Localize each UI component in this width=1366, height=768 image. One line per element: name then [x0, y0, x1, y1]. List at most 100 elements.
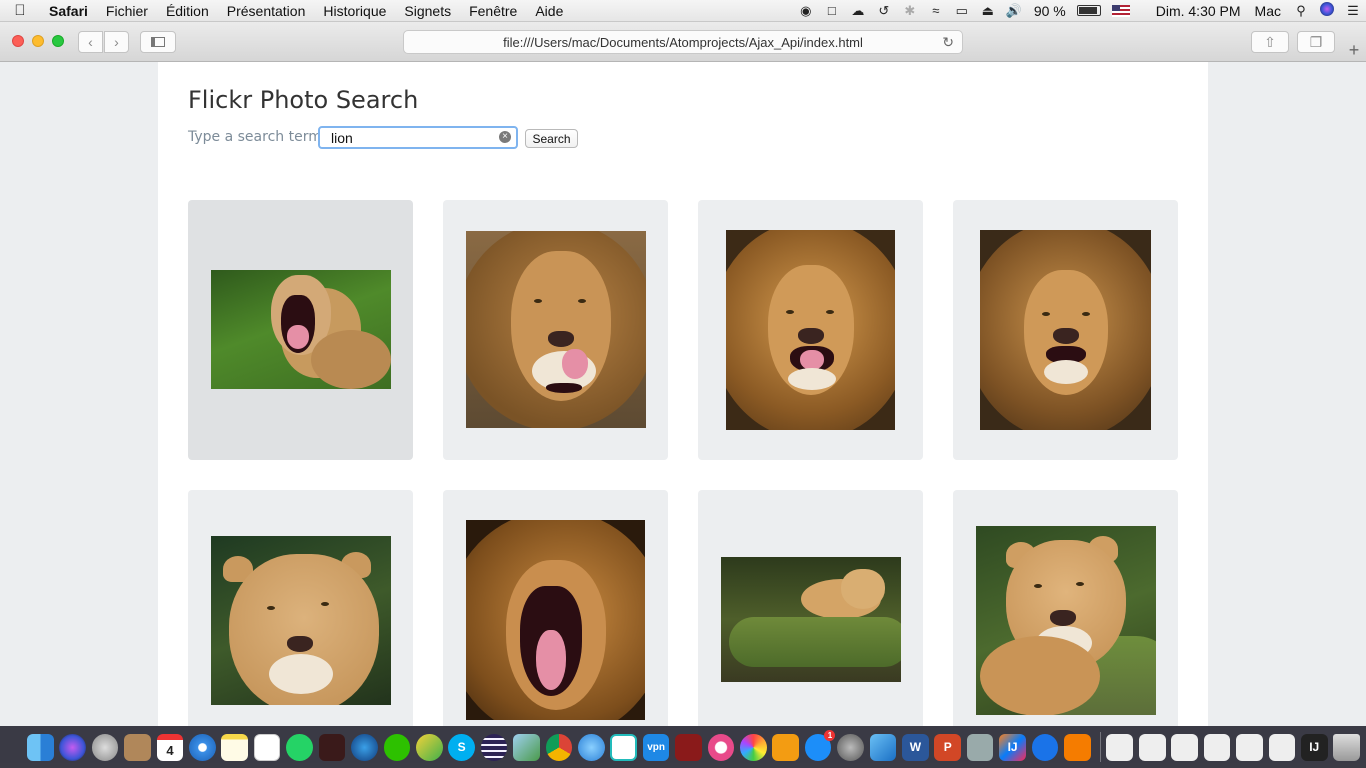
menu-bar:  Safari Fichier Édition Présentation Hi…	[0, 0, 1366, 22]
messages-icon[interactable]: □	[819, 3, 845, 18]
photo-card[interactable]	[698, 490, 923, 726]
launchpad-icon[interactable]	[91, 733, 119, 761]
show-tabs-button[interactable]: ❐	[1297, 31, 1335, 53]
skype-icon[interactable]: S	[448, 733, 475, 761]
music-icon[interactable]	[707, 733, 735, 761]
cloud-icon[interactable]: ☁	[845, 3, 871, 19]
new-tab-button[interactable]: +	[1342, 40, 1366, 62]
messages-icon[interactable]	[577, 733, 605, 761]
word-icon[interactable]: W	[902, 733, 929, 761]
photo-thumbnail[interactable]	[721, 557, 901, 682]
photo-thumbnail[interactable]	[211, 270, 391, 389]
photo-thumbnail[interactable]	[466, 520, 645, 720]
share-button[interactable]: ⇧	[1251, 31, 1289, 53]
document-icon[interactable]	[1138, 733, 1166, 761]
photo-thumbnail[interactable]	[976, 526, 1156, 715]
quicktime-icon[interactable]	[351, 733, 378, 761]
address-bar[interactable]: file:///Users/mac/Documents/Atomprojects…	[403, 30, 963, 54]
photo-card[interactable]	[953, 490, 1178, 726]
app-store-icon[interactable]: 1	[804, 729, 836, 761]
menu-clock[interactable]: Dim. 4:30 PM	[1149, 3, 1248, 19]
search-input[interactable]	[318, 126, 518, 149]
photo-thumbnail[interactable]	[726, 230, 895, 430]
trash-icon[interactable]	[1333, 733, 1360, 761]
finder-icon[interactable]	[27, 733, 54, 761]
siri-icon[interactable]	[1314, 2, 1340, 19]
photo-thumbnail[interactable]	[466, 231, 646, 428]
preview-icon[interactable]	[513, 733, 540, 761]
clock-icon[interactable]	[610, 733, 638, 761]
menu-historique[interactable]: Historique	[314, 3, 395, 19]
photo-thumbnail[interactable]	[980, 230, 1151, 430]
notes-icon[interactable]	[221, 733, 249, 761]
photo-card[interactable]	[188, 200, 413, 460]
airplay-icon[interactable]: ▭	[949, 3, 975, 19]
bluetooth-icon[interactable]: ✱	[897, 3, 923, 19]
photo-booth-icon[interactable]	[675, 733, 702, 761]
document-icon[interactable]	[1171, 733, 1198, 761]
forward-button[interactable]: ›	[104, 31, 129, 53]
photo-card[interactable]	[443, 200, 668, 460]
eclipse-icon[interactable]	[480, 733, 508, 761]
xcode-icon[interactable]	[869, 733, 897, 761]
powerpoint-icon[interactable]: P	[934, 733, 962, 761]
battery-icon[interactable]	[1076, 5, 1101, 16]
photos-icon[interactable]	[740, 733, 767, 761]
search-label: Type a search term	[188, 129, 322, 145]
reminders-icon[interactable]	[253, 733, 281, 761]
search-button[interactable]: Search	[525, 129, 578, 148]
photo-thumbnail[interactable]	[211, 536, 391, 705]
whatsapp-icon[interactable]	[286, 733, 313, 761]
spotlight-search-icon[interactable]: ⚲	[1288, 3, 1314, 19]
book-icon[interactable]	[318, 733, 346, 761]
eject-icon[interactable]: ⏏	[975, 3, 1001, 19]
calendar-icon[interactable]: 4	[156, 733, 184, 761]
apple-menu-icon[interactable]: 	[0, 2, 40, 19]
document-icon[interactable]	[1268, 733, 1296, 761]
wifi-icon[interactable]: ≈	[923, 3, 949, 18]
wechat-icon[interactable]: ◉	[793, 3, 819, 19]
photo-card[interactable]	[443, 490, 668, 726]
document-icon[interactable]	[1203, 733, 1231, 761]
safari-icon[interactable]	[189, 733, 216, 761]
automator-icon[interactable]	[966, 733, 994, 761]
user-name[interactable]: Mac	[1248, 3, 1288, 19]
intellij-icon[interactable]: IJ	[999, 733, 1026, 761]
reload-icon[interactable]: ↻	[942, 34, 954, 51]
menu-fichier[interactable]: Fichier	[97, 3, 157, 19]
menu-fenetre[interactable]: Fenêtre	[460, 3, 526, 19]
pen-icon[interactable]	[1064, 733, 1091, 761]
menu-signets[interactable]: Signets	[395, 3, 460, 19]
battery-percentage[interactable]: 90 %	[1027, 3, 1073, 19]
maps-app-icon[interactable]	[415, 733, 443, 761]
back-button[interactable]: ‹	[78, 31, 103, 53]
dock-separator	[1099, 732, 1101, 762]
books-icon[interactable]	[772, 733, 800, 761]
vpn-icon[interactable]: vpn	[642, 733, 670, 761]
system-preferences-icon[interactable]	[837, 733, 864, 761]
notification-center-icon[interactable]: ☰	[1340, 3, 1366, 19]
menu-presentation[interactable]: Présentation	[218, 3, 315, 19]
photo-card[interactable]	[698, 200, 923, 460]
photo-card[interactable]	[953, 200, 1178, 460]
maps-pin-icon[interactable]	[1031, 733, 1059, 761]
window-fullscreen-button[interactable]	[52, 35, 64, 47]
document-icon[interactable]	[1236, 733, 1263, 761]
window-minimize-button[interactable]	[32, 35, 44, 47]
sidebar-toggle-button[interactable]	[140, 31, 176, 53]
volume-icon[interactable]: 🔊	[1001, 3, 1027, 19]
window-close-button[interactable]	[12, 35, 24, 47]
document-icon[interactable]	[1106, 733, 1134, 761]
intellij-icon[interactable]: IJ	[1300, 733, 1328, 761]
menu-safari[interactable]: Safari	[40, 3, 97, 19]
contacts-icon[interactable]	[124, 733, 151, 761]
siri-icon[interactable]	[59, 733, 87, 761]
menu-edition[interactable]: Édition	[157, 3, 218, 19]
clear-search-icon[interactable]: ×	[499, 131, 511, 143]
chrome-icon[interactable]	[545, 733, 573, 761]
wechat-icon[interactable]	[383, 733, 411, 761]
photo-card[interactable]	[188, 490, 413, 726]
menu-aide[interactable]: Aide	[526, 3, 572, 19]
time-machine-icon[interactable]: ↺	[871, 3, 897, 19]
input-source-flag-icon[interactable]	[1111, 4, 1130, 17]
